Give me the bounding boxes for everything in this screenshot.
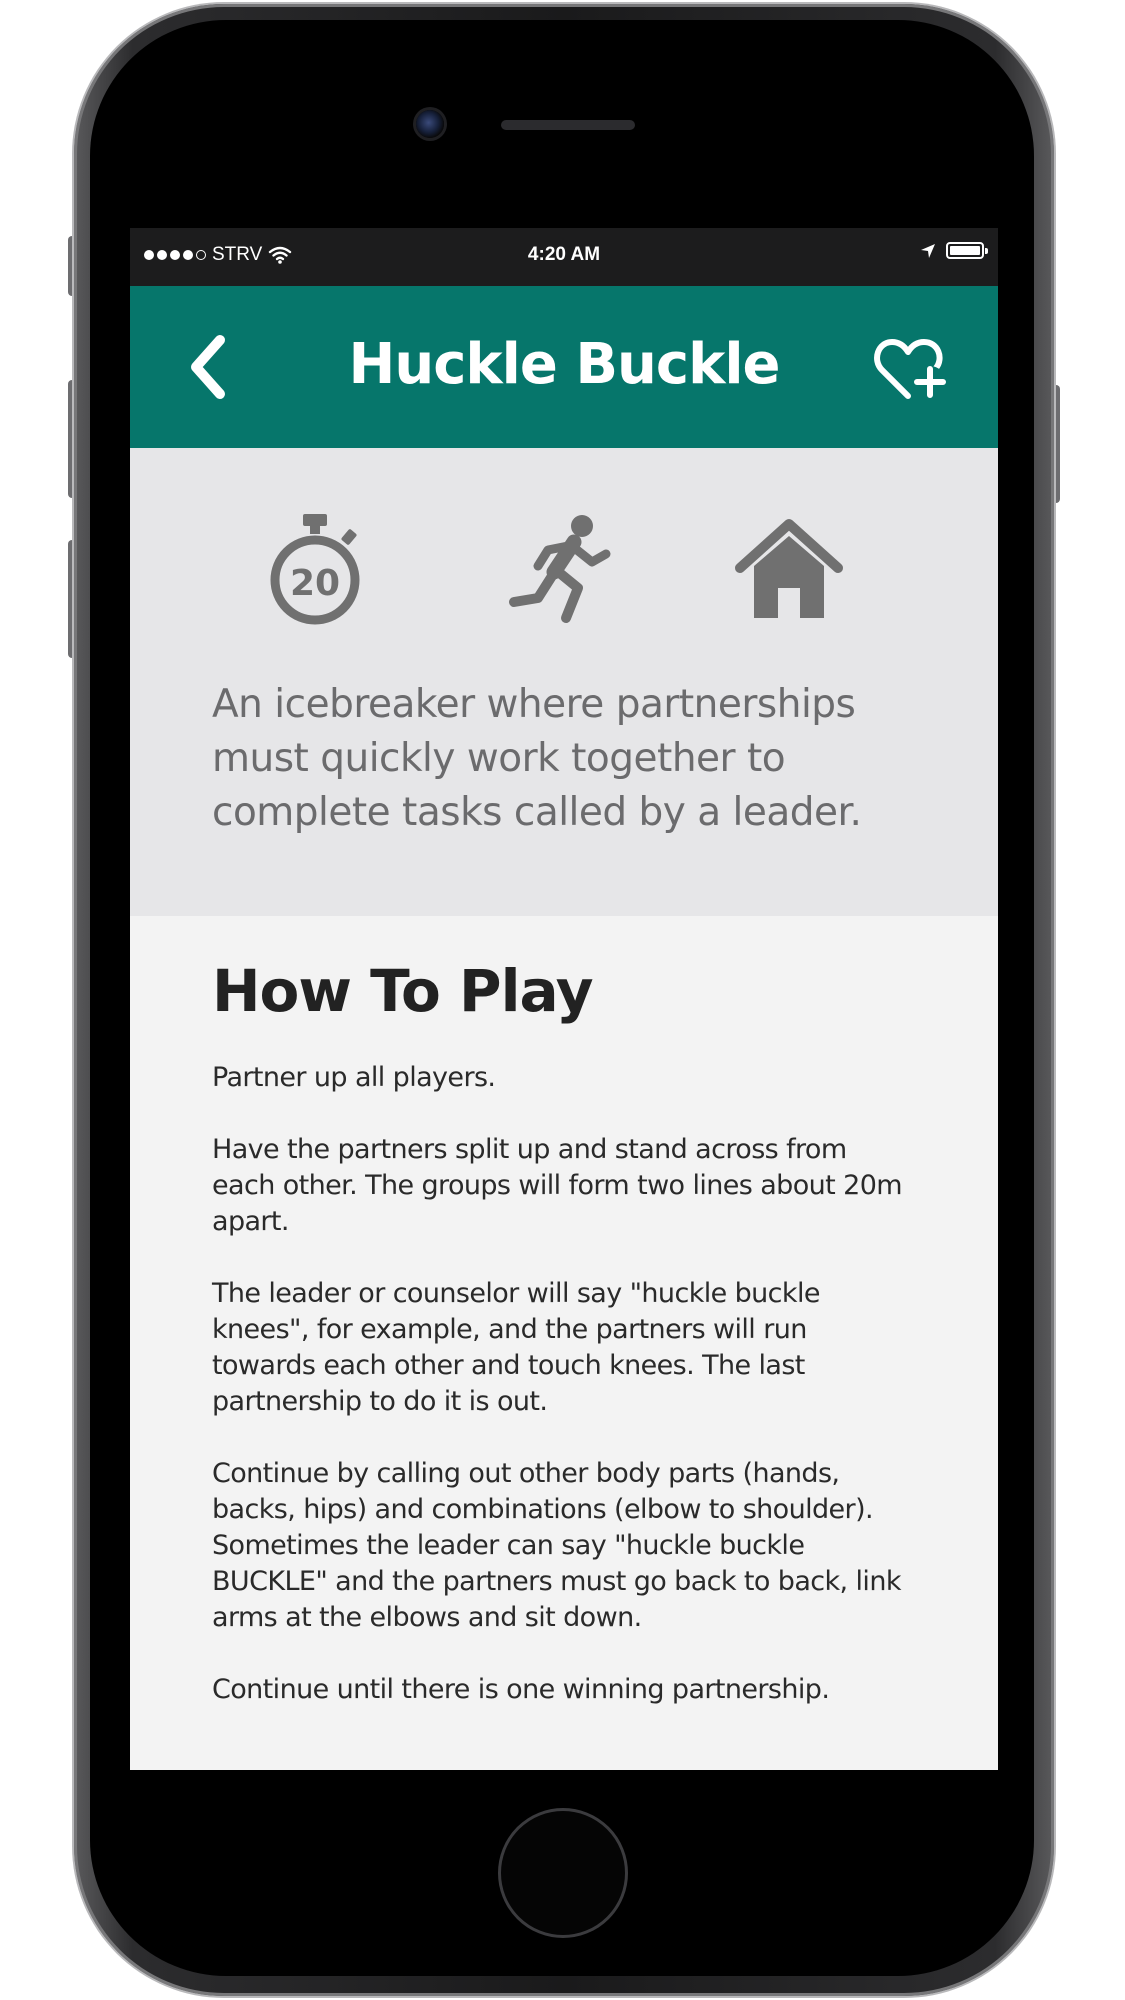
instruction-step: Continue by calling out other body parts… [212,1458,901,1633]
home-button[interactable] [498,1808,628,1938]
section-title: How To Play [212,957,594,1025]
status-time: 4:20 AM [527,244,601,265]
battery-icon [946,242,988,259]
status-bar: STRV 4:20 AM [130,228,998,286]
how-to-play-section: How To Play Partner up all players. Have… [130,916,998,1770]
device-mockup: STRV 4:20 AM Huckle Buckle 20 An icebrea… [0,0,1125,2000]
status-right [920,242,988,259]
instruction-step: Partner up all players. [212,1062,496,1093]
game-summary: 20 An icebreaker where partnerships must… [130,448,998,916]
game-description: An icebreaker where partnerships must qu… [212,682,862,835]
app-screen: STRV 4:20 AM Huckle Buckle 20 An icebrea… [130,228,998,1770]
running-person-icon [509,515,611,623]
instruction-step: Have the partners split up and stand acr… [212,1134,903,1237]
earpiece-speaker [501,120,635,130]
instruction-step: The leader or counselor will say "huckle… [212,1278,820,1417]
game-attributes: 20 [130,510,998,630]
add-favorite-heart-icon[interactable] [874,336,950,402]
page-title: Huckle Buckle [348,332,780,397]
house-icon [735,519,843,618]
location-arrow-icon [921,243,935,258]
stopwatch-icon: 20 [270,514,360,625]
nav-bar: Huckle Buckle [130,286,998,448]
front-camera [416,110,444,138]
instruction-list: Partner up all players. Have the partner… [212,1060,912,1744]
instruction-step: Continue until there is one winning part… [212,1674,830,1705]
duration-label: 20 [290,563,340,604]
